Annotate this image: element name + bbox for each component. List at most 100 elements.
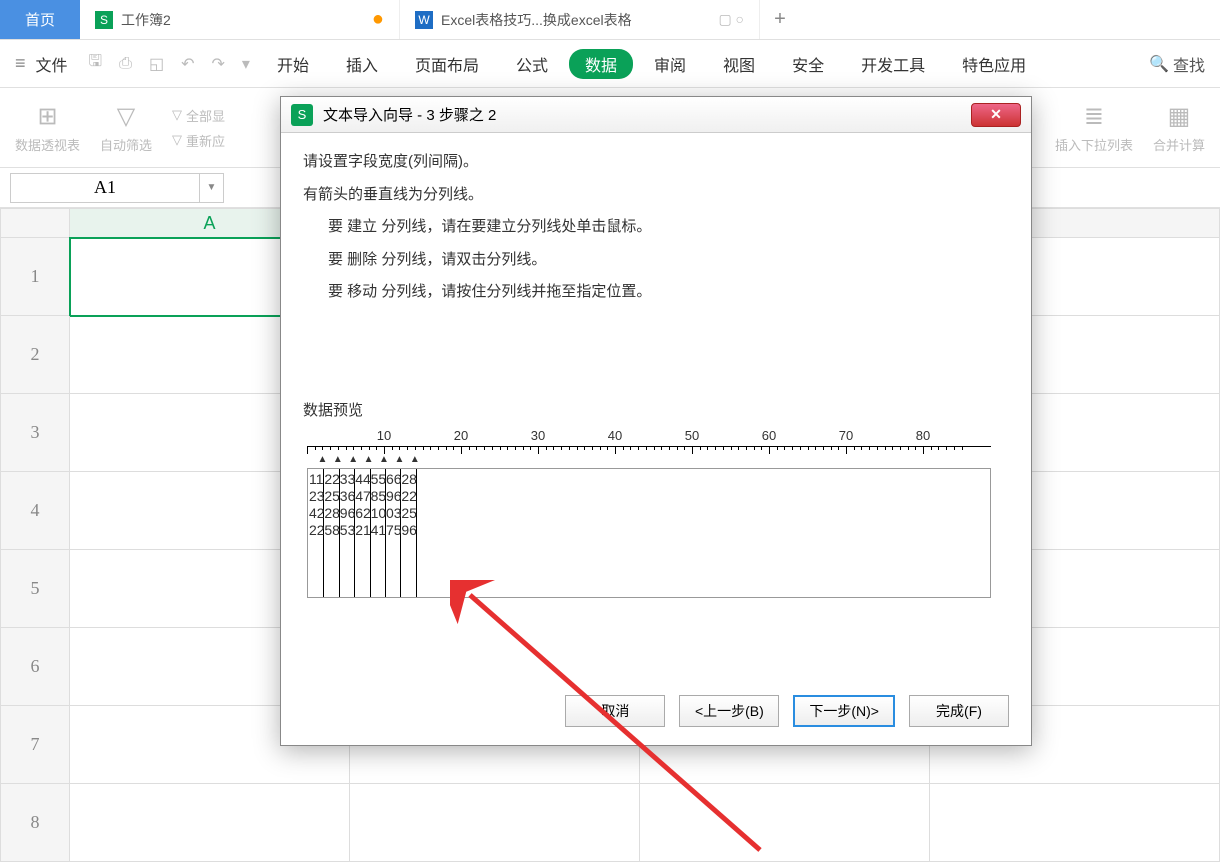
cell[interactable] (350, 784, 640, 862)
ruler-number: 70 (839, 428, 853, 443)
row-header[interactable]: 7 (0, 706, 70, 784)
preview-data-area[interactable]: ▴ ▾ 112233445566282325364785962242289662… (307, 468, 991, 598)
pivot-icon: ⊞ (37, 101, 57, 131)
preview-cell: 33 (340, 471, 356, 488)
row-header[interactable]: 2 (0, 316, 70, 394)
new-tab-button[interactable]: + (760, 0, 800, 39)
menu-review[interactable]: 审阅 (638, 52, 702, 76)
wps-sheet-icon: S (95, 11, 113, 29)
break-arrow-icon[interactable]: ▲ (348, 454, 358, 465)
break-arrow-icon[interactable]: ▲ (410, 454, 420, 465)
dialog-body: 请设置字段宽度(列间隔)。 有箭头的垂直线为分列线。 要 建立 分列线，请在要建… (281, 133, 1031, 636)
tab-bar: 首页 S 工作簿2 ● W Excel表格技巧...换成excel表格 ▢ ○ … (0, 0, 1220, 40)
namebox-dropdown[interactable]: ▼ (200, 173, 224, 203)
preview-cell: 25 (324, 488, 340, 505)
preview-cell: 22 (324, 471, 340, 488)
row-header[interactable]: 4 (0, 472, 70, 550)
preview-cell: 53 (340, 522, 356, 539)
tab-excel-tips[interactable]: W Excel表格技巧...换成excel表格 ▢ ○ (400, 0, 760, 39)
break-arrow-icon[interactable]: ▲ (317, 454, 327, 465)
preview-cell: 75 (386, 522, 402, 539)
dialog-instruction: 请设置字段宽度(列间隔)。 (303, 151, 1009, 174)
cell[interactable] (930, 784, 1220, 862)
menu-data[interactable]: 数据 (569, 49, 633, 79)
print-icon[interactable]: ⎙ (113, 55, 138, 73)
preview-cell: 96 (401, 522, 417, 539)
preview-cell: 23 (309, 488, 325, 505)
refilter-icon: ▽ (172, 132, 182, 148)
dropdown-list-icon: ≣ (1084, 101, 1104, 131)
scrollbar-vertical[interactable]: ▴ ▾ (990, 469, 991, 598)
filter-all-icon: ▽ (172, 107, 182, 123)
menu-page[interactable]: 页面布局 (399, 52, 495, 76)
preview-cell: 96 (386, 488, 402, 505)
cell[interactable] (640, 784, 930, 862)
cell[interactable] (70, 784, 350, 862)
filter-icon: ▽ (117, 101, 135, 131)
ruler-number: 10 (377, 428, 391, 443)
menu-search[interactable]: 🔍 查找 (1149, 52, 1205, 76)
dropdown-icon[interactable]: ▾ (236, 54, 256, 74)
ruler-number: 50 (685, 428, 699, 443)
search-icon: 🔍 (1149, 54, 1169, 74)
ribbon-label: 插入下拉列表 (1055, 135, 1133, 154)
ruler-number: 20 (454, 428, 468, 443)
finish-button[interactable]: 完成(F) (909, 695, 1009, 727)
redo-icon[interactable]: ↷ (206, 54, 231, 74)
preview-cell: 10 (371, 505, 387, 522)
name-box[interactable]: A1 (10, 173, 200, 203)
hamburger-icon[interactable]: ≡ (15, 53, 26, 74)
back-button[interactable]: <上一步(B) (679, 695, 779, 727)
preview-cell: 22 (309, 522, 325, 539)
ribbon-label: 数据透视表 (15, 135, 80, 154)
menu-dev[interactable]: 开发工具 (845, 52, 941, 76)
dialog-titlebar[interactable]: S 文本导入向导 - 3 步骤之 2 ✕ (281, 97, 1031, 133)
preview-cell: 28 (324, 505, 340, 522)
menu-formula[interactable]: 公式 (500, 52, 564, 76)
preview-cell: 36 (340, 488, 356, 505)
cancel-button[interactable]: 取消 (565, 695, 665, 727)
preview-cell: 21 (355, 522, 371, 539)
ribbon-merge[interactable]: ▦ 合并计算 (1153, 101, 1205, 154)
ruler-number: 40 (608, 428, 622, 443)
preview-cell: 47 (355, 488, 371, 505)
data-preview[interactable]: 1020304050607080▲▲▲▲▲▲▲ ▴ ▾ 112233445566… (303, 428, 1009, 618)
break-arrow-icon[interactable]: ▲ (333, 454, 343, 465)
dialog-hint: 有箭头的垂直线为分列线。 (303, 184, 1009, 207)
tab-label: Excel表格技巧...换成excel表格 (441, 10, 632, 30)
select-all-corner[interactable] (0, 208, 70, 238)
ribbon-pivot[interactable]: ⊞ 数据透视表 (15, 101, 80, 154)
break-arrow-icon[interactable]: ▲ (364, 454, 374, 465)
preview-icon[interactable]: ◱ (143, 54, 170, 74)
ribbon-filter[interactable]: ▽ 自动筛选 (100, 101, 152, 154)
next-button[interactable]: 下一步(N)> (793, 695, 895, 727)
row-header[interactable]: 6 (0, 628, 70, 706)
menu-start[interactable]: 开始 (261, 52, 325, 76)
break-arrow-icon[interactable]: ▲ (379, 454, 389, 465)
preview-cell: 85 (371, 488, 387, 505)
menu-file[interactable]: 文件 (36, 52, 68, 76)
preview-cell: 11 (309, 471, 324, 488)
row-header[interactable]: 1 (0, 238, 70, 316)
undo-icon[interactable]: ↶ (175, 54, 200, 74)
menu-security[interactable]: 安全 (776, 52, 840, 76)
ruler[interactable]: 1020304050607080▲▲▲▲▲▲▲ (307, 428, 991, 458)
tab-workbook[interactable]: S 工作簿2 ● (80, 0, 400, 39)
menu-view[interactable]: 视图 (707, 52, 771, 76)
wps-writer-icon: W (415, 11, 433, 29)
save-icon[interactable]: 🖫 (83, 50, 109, 77)
menu-insert[interactable]: 插入 (330, 52, 394, 76)
row-header[interactable]: 5 (0, 550, 70, 628)
menu-special[interactable]: 特色应用 (946, 52, 1042, 76)
ribbon-insert-dd[interactable]: ≣ 插入下拉列表 (1055, 101, 1133, 154)
dialog-buttons: 取消 <上一步(B) 下一步(N)> 完成(F) (565, 695, 1009, 727)
row-header[interactable]: 3 (0, 394, 70, 472)
preview-cell: 28 (401, 471, 417, 488)
close-button[interactable]: ✕ (971, 103, 1021, 127)
row-header[interactable]: 8 (0, 784, 70, 862)
break-arrow-icon[interactable]: ▲ (394, 454, 404, 465)
preview-cell: 96 (340, 505, 356, 522)
tab-home[interactable]: 首页 (0, 0, 80, 39)
ribbon-filter-all[interactable]: ▽全部显 (172, 106, 225, 125)
ribbon-refilter[interactable]: ▽重新应 (172, 131, 225, 150)
